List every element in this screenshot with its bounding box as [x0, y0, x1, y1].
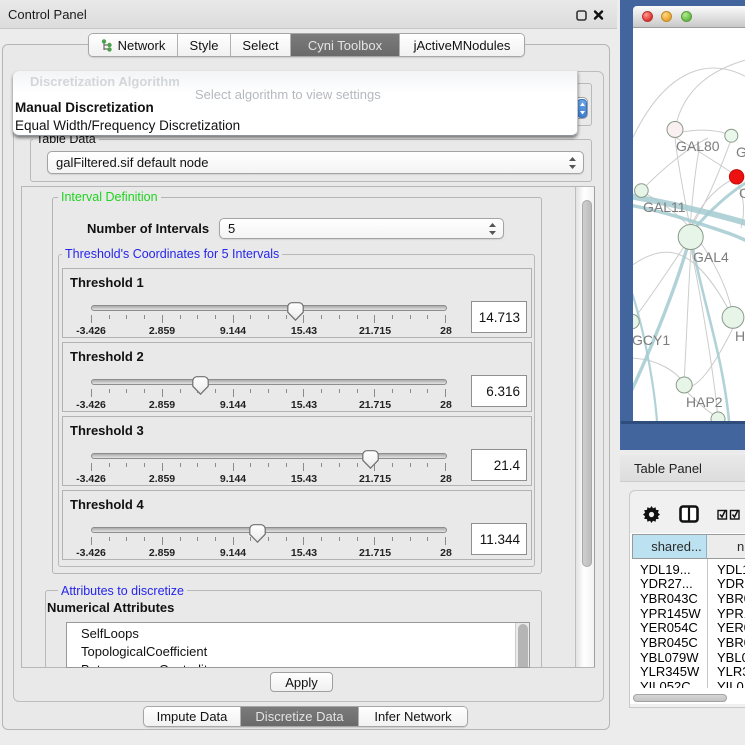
svg-text:GAL11: GAL11 — [643, 199, 686, 215]
svg-text:GAL80: GAL80 — [676, 138, 720, 154]
svg-text:GAL4: GAL4 — [693, 249, 729, 265]
svg-text:C: C — [739, 185, 745, 201]
svg-text:H: H — [735, 328, 745, 344]
svg-text:HAP2: HAP2 — [686, 394, 723, 410]
svg-text:GCY1: GCY1 — [633, 332, 670, 348]
svg-text:GA: GA — [736, 144, 745, 160]
